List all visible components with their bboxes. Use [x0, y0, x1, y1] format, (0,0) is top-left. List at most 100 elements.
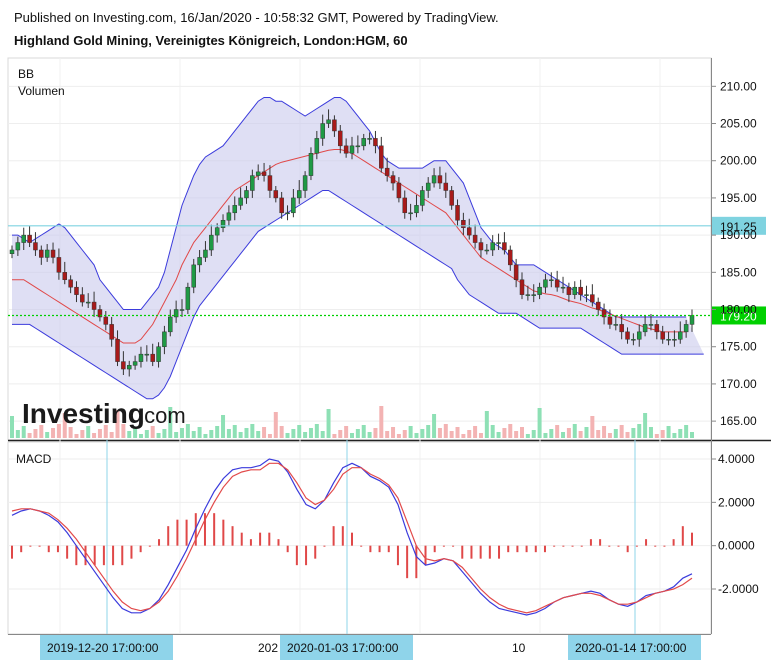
- candle-up: [496, 242, 501, 244]
- volume-bar: [332, 434, 337, 438]
- candle-up: [250, 175, 255, 191]
- macd-histogram-bar: [589, 539, 592, 546]
- candle-up: [414, 205, 419, 214]
- candle-down: [56, 257, 62, 273]
- candle-down: [443, 182, 449, 191]
- price-tick-label: 210.00: [720, 79, 757, 93]
- volume-bar: [80, 430, 85, 438]
- candle-up: [349, 145, 355, 154]
- volume-bar: [684, 425, 689, 438]
- candle-up: [678, 331, 683, 340]
- volume-bar: [555, 425, 560, 438]
- price-tick-label: 180.00: [720, 303, 757, 317]
- candle-up: [314, 138, 320, 154]
- candle-up: [431, 175, 437, 184]
- macd-histogram-bar: [387, 545, 390, 553]
- candle-down: [332, 119, 337, 132]
- chart-canvas[interactable]: 191.25179.20 165.00170.00175.00180.00185…: [0, 0, 777, 662]
- svg-text:.com: .com: [138, 403, 186, 428]
- volume-bar: [578, 431, 583, 438]
- candle-down: [578, 286, 583, 295]
- volume-bar: [267, 434, 272, 438]
- volume-bar: [654, 434, 659, 438]
- volume-bar: [596, 430, 601, 438]
- candle-up: [179, 309, 185, 311]
- macd-histogram-bar: [47, 545, 50, 553]
- volume-bar: [97, 429, 102, 438]
- volume-bar: [232, 425, 237, 438]
- candle-down: [384, 167, 390, 176]
- macd-histogram-bar: [102, 545, 105, 566]
- macd-histogram-bar: [84, 545, 87, 566]
- macd-histogram-bar: [332, 526, 335, 546]
- candle-up: [168, 316, 173, 333]
- candle-down: [625, 331, 630, 340]
- candle-up: [44, 249, 50, 258]
- candle-up: [320, 123, 325, 139]
- candle-up: [543, 279, 548, 288]
- x-highlight-label: 2019-12-20 17:00:00: [47, 641, 159, 655]
- macd-histogram-bar: [534, 545, 537, 553]
- macd-histogram-bar: [488, 545, 491, 559]
- volume-bar: [590, 416, 595, 438]
- candle-up: [537, 286, 542, 295]
- candle-down: [109, 324, 114, 340]
- macd-histogram-bar: [176, 519, 179, 546]
- candle-down: [478, 242, 484, 251]
- candle-down: [455, 205, 460, 221]
- macd-histogram-bar: [341, 526, 344, 546]
- macd-histogram-bar: [461, 545, 464, 559]
- macd-histogram-bar: [20, 545, 23, 553]
- macd-histogram-bar: [360, 545, 363, 547]
- volume-bar: [473, 426, 478, 438]
- macd-histogram-bar: [378, 545, 381, 553]
- candle-up: [185, 286, 191, 310]
- volume-bar: [162, 429, 167, 438]
- candle-up: [549, 279, 554, 282]
- candle-down: [554, 279, 560, 288]
- volume-bar: [391, 427, 396, 438]
- candle-down: [513, 264, 519, 281]
- macd-histogram-bar: [396, 545, 399, 566]
- candle-up: [672, 339, 677, 341]
- macd-histogram-bar: [406, 545, 409, 579]
- macd-histogram-bar: [580, 545, 583, 547]
- price-tick-label: 200.00: [720, 154, 757, 168]
- macd-histogram-bar: [369, 545, 372, 553]
- volume-bar: [33, 429, 38, 438]
- candle-up: [666, 339, 671, 341]
- candle-up: [420, 190, 425, 206]
- candle-down: [338, 130, 343, 147]
- candle-up: [232, 205, 238, 214]
- macd-histogram-bar: [525, 545, 528, 553]
- macd-histogram-bar: [516, 545, 519, 553]
- macd-histogram-bar: [295, 545, 298, 566]
- price-tick-label: 170.00: [720, 377, 757, 391]
- price-tick-label: 205.00: [720, 117, 757, 131]
- candle-down: [379, 145, 384, 169]
- candle-up: [484, 249, 490, 252]
- candle-up: [126, 365, 132, 370]
- volume-bar: [320, 431, 325, 438]
- macd-histogram-bar: [75, 545, 78, 566]
- price-panel-frame: [7, 57, 712, 441]
- candle-down: [103, 316, 109, 325]
- volume-bar: [226, 429, 231, 438]
- macd-histogram-bar: [56, 545, 59, 553]
- volume-bar: [602, 426, 607, 438]
- volume-bar: [619, 425, 624, 438]
- volume-bar: [443, 424, 448, 438]
- candle-up: [648, 324, 654, 326]
- candle-up: [560, 286, 566, 289]
- volume-bar: [402, 430, 407, 438]
- candle-down: [273, 190, 279, 199]
- volume-bar: [138, 434, 143, 438]
- candle-up: [302, 175, 308, 191]
- candle-up: [613, 324, 619, 326]
- candle-up: [220, 219, 226, 228]
- candle-down: [396, 182, 402, 199]
- volume-bar: [10, 416, 14, 438]
- volume-bar: [426, 425, 431, 438]
- candle-down: [343, 145, 349, 154]
- volume-bar: [355, 429, 360, 438]
